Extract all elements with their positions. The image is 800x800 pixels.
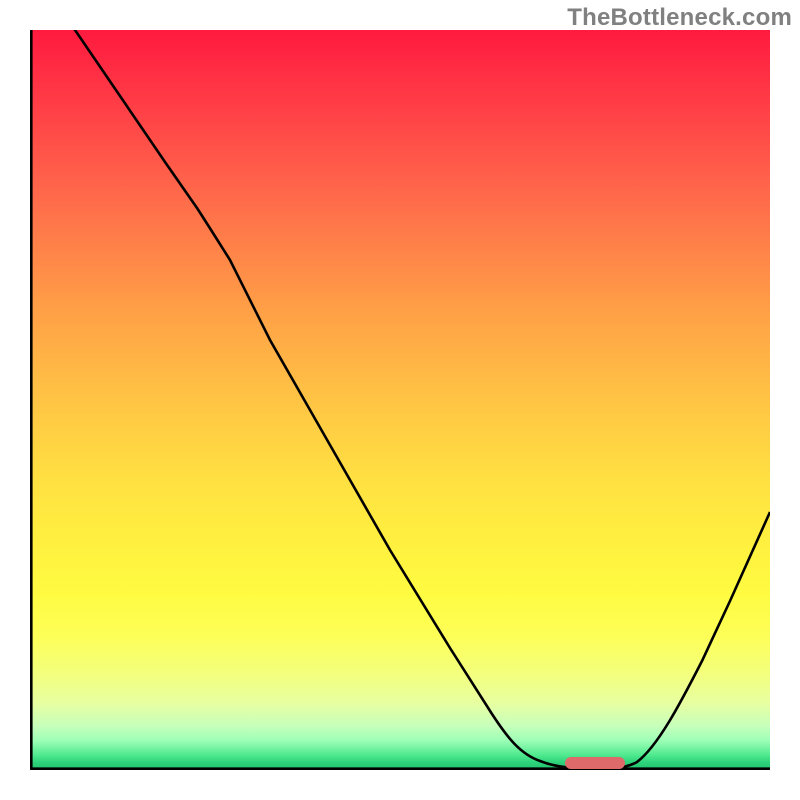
watermark-text: TheBottleneck.com [567,4,792,32]
optimal-marker [565,757,625,769]
plot-area [30,30,770,770]
chart-svg [30,30,770,770]
bottleneck-curve [31,30,770,768]
axes-frame [31,30,770,769]
chart-container: TheBottleneck.com [0,0,800,800]
